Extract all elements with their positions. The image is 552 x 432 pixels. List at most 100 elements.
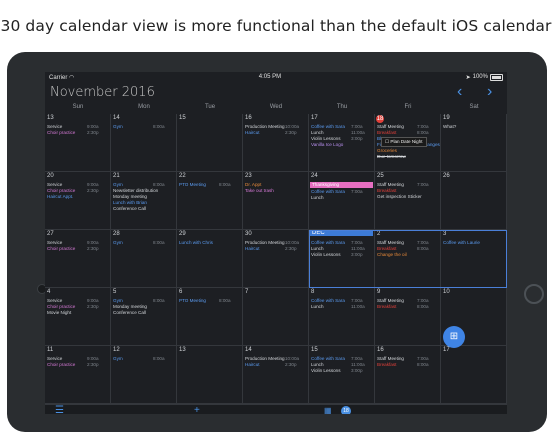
today-badge[interactable]: 18 — [341, 406, 351, 414]
event-item[interactable]: Breakfast 8:00a — [377, 246, 429, 252]
day-cell[interactable]: 3 Coffee with Laurie — [441, 230, 507, 288]
event-item[interactable]: Choir practice 2:30p — [47, 130, 99, 136]
event-item[interactable]: Violin Lessons 3:00p — [311, 136, 363, 142]
event-item[interactable]: PTO Meeting 8:00a — [179, 182, 231, 188]
event-item[interactable]: Haircut Appt. — [47, 194, 73, 200]
event-item[interactable]: Coffee with Sara 7:00a — [311, 356, 363, 362]
event-item[interactable]: Movie Night — [47, 310, 71, 316]
day-cell[interactable]: 11 Service 9:00a Choir practice 2:30p — [45, 346, 111, 404]
event-item[interactable]: Monday meeting — [113, 194, 147, 200]
event-item[interactable]: Service 9:00a — [47, 356, 99, 362]
day-cell[interactable]: 28 Gym 8:00a — [111, 230, 177, 288]
event-item[interactable]: Service 9:00a — [47, 124, 99, 130]
event-item[interactable]: Choir practice 2:30p — [47, 188, 99, 194]
add-event-icon[interactable]: + — [194, 405, 200, 414]
event-item[interactable]: Staff Meeting 7:00a — [377, 182, 429, 188]
event-item[interactable]: Violin Lessons 3:00p — [311, 252, 363, 258]
event-item[interactable]: Gym 8:00a — [113, 182, 165, 188]
event-item[interactable]: Production Meeting 10:00a — [245, 356, 299, 362]
day-cell[interactable]: 29 Lunch with Chris — [177, 230, 243, 288]
event-item[interactable]: Get inspection Sticker — [377, 194, 422, 200]
event-item[interactable]: Lunch 11:00a — [311, 362, 365, 368]
day-cell[interactable]: DEC Coffee with Sara 7:00a Lunch 11:00a Violi… — [309, 230, 375, 288]
event-item[interactable]: Staff Meeting 7:00a — [377, 240, 429, 246]
day-cell[interactable]: 20 Service 9:00a Choir practice 2:30p Haircut… — [45, 172, 111, 230]
day-cell[interactable]: 25 Staff Meeting 7:00a Breakfast Get inspect… — [375, 172, 441, 230]
calendar-icon[interactable]: ▦ — [324, 406, 332, 414]
home-button[interactable] — [524, 284, 544, 304]
event-item[interactable]: Coffee with Sara 7:00a — [311, 189, 363, 195]
event-item[interactable]: Haircut 2:30p — [245, 130, 297, 136]
day-cell[interactable]: 23 Dr. Appt Take out trash — [243, 172, 309, 230]
day-cell[interactable]: 16 Staff Meeting 7:00a Breakfast 8:00a — [375, 346, 441, 404]
event-item[interactable]: Gym 8:00a — [113, 298, 165, 304]
day-cell[interactable]: 12 Gym 8:00a — [111, 346, 177, 404]
event-item[interactable]: Lunch — [311, 195, 324, 201]
event-item[interactable]: Newsletter distribution — [113, 188, 158, 194]
day-cell[interactable]: 7 — [243, 288, 309, 346]
day-cell[interactable]: 9 Staff Meeting 7:00a Breakfast 8:00a — [375, 288, 441, 346]
event-item[interactable]: Production Meeting 10:00a — [245, 240, 299, 246]
event-item[interactable]: Change the oil — [377, 252, 407, 258]
event-item[interactable]: Coffee with Sara 7:00a — [311, 240, 363, 246]
day-cell[interactable]: 5 Gym 8:00a Monday meeting Conference Call — [111, 288, 177, 346]
day-cell[interactable]: 13 Service 9:00a Choir practice 2:30p — [45, 114, 111, 172]
event-item[interactable]: Gym 8:00a — [113, 356, 165, 362]
event-item[interactable]: Take out trash — [245, 188, 274, 194]
event-item[interactable]: Conference Call — [113, 310, 146, 316]
event-item[interactable]: PTO Meeting 8:00a — [179, 298, 231, 304]
event-item[interactable]: Lunch 11:00a — [311, 246, 365, 252]
day-cell[interactable]: 19 What? — [441, 114, 507, 172]
event-item[interactable]: Coffee with Sara 7:00a — [311, 124, 363, 130]
event-item[interactable]: Choir practice 2:30p — [47, 246, 99, 252]
event-item[interactable]: What? — [443, 124, 456, 130]
event-item[interactable]: Lunch 11:00a — [311, 304, 365, 310]
event-item[interactable]: Service 9:00a — [47, 240, 99, 246]
event-item[interactable]: Lunch 11:00a — [311, 130, 365, 136]
previous-month-icon[interactable]: ‹ — [457, 83, 462, 101]
day-cell[interactable]: 4 Service 9:00a Choir practice 2:30p Movie Ni… — [45, 288, 111, 346]
day-cell[interactable]: 13 — [177, 346, 243, 404]
event-item[interactable]: Dr. Appt — [245, 182, 261, 188]
event-item[interactable]: Gym 8:00a — [113, 124, 165, 130]
day-cell[interactable]: 15 — [177, 114, 243, 172]
event-item[interactable]: Choir practice 2:30p — [47, 362, 99, 368]
event-item[interactable]: Breakfast 8:00a — [377, 304, 429, 310]
event-item[interactable]: Haircut 2:30p — [245, 246, 297, 252]
day-cell[interactable]: 14 Gym 8:00a — [111, 114, 177, 172]
event-item[interactable]: Breakfast — [377, 188, 396, 194]
event-item[interactable]: Production Meeting 10:00a — [245, 124, 299, 130]
event-item[interactable]: Conference Call — [113, 206, 146, 212]
day-cell[interactable]: 30 Production Meeting 10:00a Haircut 2:30p — [243, 230, 309, 288]
event-item[interactable]: Coffee with Sara 7:00a — [311, 298, 363, 304]
event-item[interactable]: Breakfast 8:00a — [377, 362, 429, 368]
event-item[interactable]: Monday meeting — [113, 304, 147, 310]
day-cell[interactable]: 27 Service 9:00a Choir practice 2:30p — [45, 230, 111, 288]
event-item[interactable]: Lunch with Chris — [179, 240, 213, 246]
event-item[interactable]: Service 9:00a — [47, 298, 99, 304]
day-cell[interactable]: 6 PTO Meeting 8:00a — [177, 288, 243, 346]
event-item[interactable]: Groceries — [377, 148, 397, 154]
day-cell[interactable]: 17 — [441, 346, 507, 404]
day-cell[interactable]: 26 — [441, 172, 507, 230]
event-item[interactable]: Vanilla Ice Logo — [311, 142, 343, 148]
event-item[interactable]: Lunch with Brian — [113, 200, 147, 206]
day-cell[interactable]: 2 Staff Meeting 7:00a Breakfast 8:00a Change … — [375, 230, 441, 288]
event-item[interactable]: Service 9:00a — [47, 182, 99, 188]
day-cell[interactable]: 21 Gym 8:00a Newsletter distribution Monday … — [111, 172, 177, 230]
event-item[interactable]: Staff Meeting 7:00a — [377, 124, 429, 130]
event-item[interactable]: Staff Meeting 7:00a — [377, 298, 429, 304]
holiday-bar[interactable]: Thanksgiving — [310, 182, 373, 188]
event-item[interactable]: Coffee with Laurie — [443, 240, 480, 246]
next-month-icon[interactable]: › — [487, 83, 492, 101]
day-cell[interactable]: 17 Coffee with Sara 7:00a Lunch 11:00a Violin… — [309, 114, 375, 172]
grid-view-button[interactable]: ⊞ — [443, 326, 465, 348]
event-item[interactable]: Choir practice 2:30p — [47, 304, 99, 310]
event-item[interactable]: Haircut 2:30p — [245, 362, 297, 368]
event-popover[interactable]: ☐ Plan Date Night — [381, 137, 427, 147]
day-cell[interactable]: 8 Coffee with Sara 7:00a Lunch 11:00a — [309, 288, 375, 346]
event-item[interactable]: Due tomorrow — [377, 154, 406, 160]
day-cell[interactable]: 15 Coffee with Sara 7:00a Lunch 11:00a Violin… — [309, 346, 375, 404]
day-cell[interactable]: 16 Production Meeting 10:00a Haircut 2:30p — [243, 114, 309, 172]
list-menu-icon[interactable]: ☰ — [55, 405, 64, 414]
